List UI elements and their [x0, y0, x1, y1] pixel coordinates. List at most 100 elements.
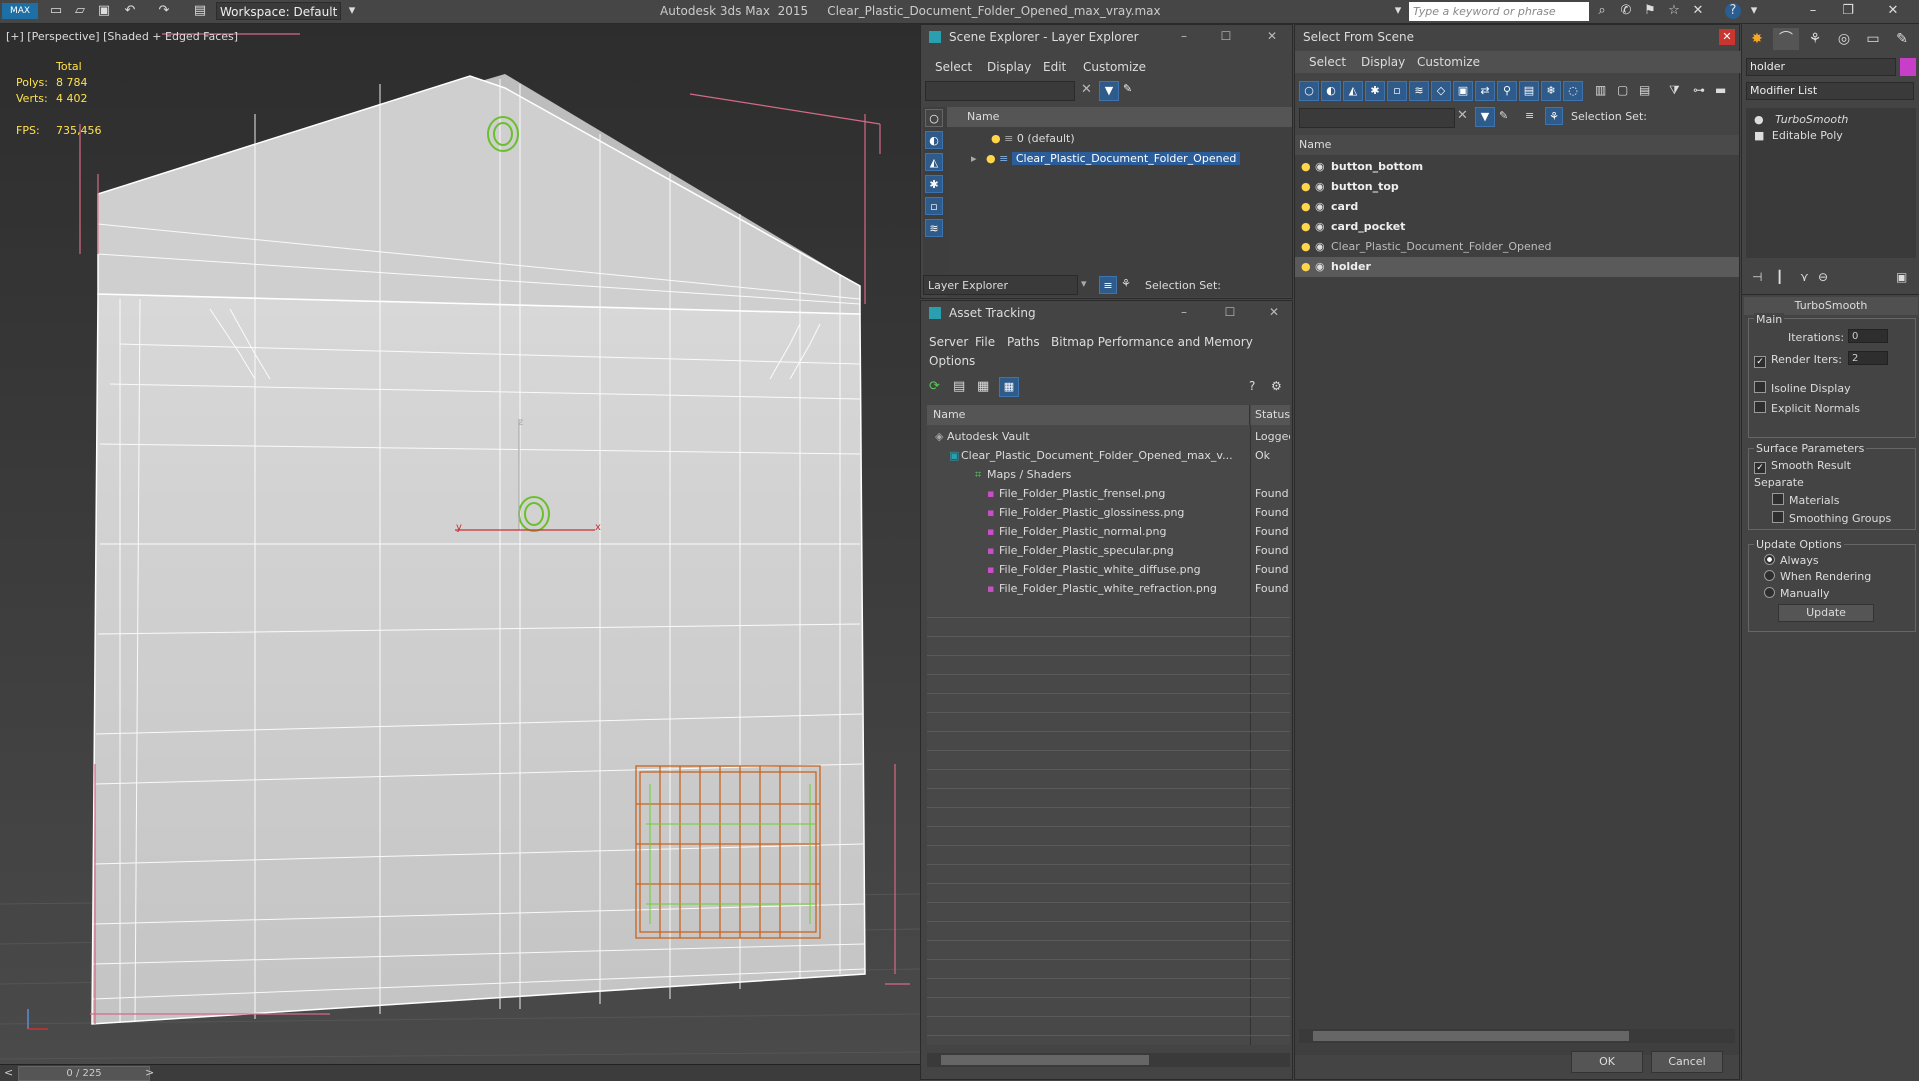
menu-display[interactable]: Display — [1361, 55, 1405, 69]
display-frozen-icon[interactable]: ❄ — [1541, 81, 1561, 101]
close-icon[interactable]: ✕ — [1267, 305, 1281, 319]
modifier-list-dropdown[interactable]: Modifier List — [1746, 82, 1914, 100]
lightbulb-icon[interactable]: ● — [1754, 113, 1764, 126]
show-end-result-icon[interactable]: ┃ — [1776, 270, 1783, 284]
render-iters-checkbox[interactable]: ✓ — [1754, 356, 1766, 368]
layer-mode-icon[interactable]: ≡ — [1525, 109, 1534, 122]
smoothing-groups-option[interactable]: Smoothing Groups — [1772, 511, 1891, 525]
timeline-bar[interactable]: < 0 / 225 > — [0, 1064, 920, 1081]
menu-file[interactable]: File — [975, 335, 995, 349]
object-name-field[interactable]: holder — [1746, 58, 1896, 76]
explicit-normals-checkbox[interactable] — [1754, 401, 1766, 413]
menu-display[interactable]: Display — [987, 60, 1031, 74]
minimize-icon[interactable]: – — [1177, 305, 1191, 319]
asset-name-header[interactable]: Name — [927, 405, 1250, 425]
maximize-icon[interactable]: ☐ — [1223, 305, 1237, 319]
minimize-icon[interactable]: – — [1805, 3, 1821, 19]
display-geometry-icon[interactable]: ◐ — [925, 131, 943, 149]
ok-button[interactable]: OK — [1571, 1051, 1643, 1073]
help-icon[interactable]: ? — [1249, 379, 1255, 393]
pin-stack-icon[interactable]: ⊣ — [1752, 270, 1762, 284]
materials-checkbox[interactable] — [1772, 493, 1784, 505]
layer-row-default[interactable]: ● ≡ 0 (default) — [947, 129, 1292, 148]
close-icon[interactable]: ✕ — [1719, 29, 1735, 45]
menu-options[interactable]: Options — [929, 354, 975, 368]
help-icon[interactable]: ? — [1725, 3, 1741, 19]
display-cameras-icon[interactable]: ▫ — [925, 197, 943, 215]
when-rendering-radio[interactable] — [1764, 570, 1775, 581]
perspective-viewport[interactable]: [+] [Perspective] [Shaded + Edged Faces]… — [0, 24, 920, 1064]
expand-arrow-icon[interactable]: ▸ — [971, 152, 977, 165]
stack-item-editable-poly[interactable]: ■ Editable Poly — [1746, 126, 1916, 145]
object-row[interactable]: ● ◉ button_top — [1295, 177, 1739, 197]
hierarchy-icon[interactable]: ⊶ — [1693, 83, 1705, 97]
binoculars-icon[interactable]: ⌕ — [1594, 3, 1610, 19]
display-xrefs-icon[interactable]: ⇄ — [1475, 81, 1495, 101]
display-shapes-icon[interactable]: ◭ — [925, 153, 943, 171]
table-view-icon[interactable]: ▦ — [999, 377, 1019, 397]
object-row[interactable]: ● ◉ card — [1295, 197, 1739, 217]
options-icon[interactable]: ✎ — [1123, 82, 1132, 95]
always-radio[interactable] — [1764, 554, 1775, 565]
restore-icon[interactable]: ❐ — [1840, 3, 1856, 19]
iterations-spinner[interactable]: 0 — [1848, 329, 1888, 343]
search-dropdown-icon[interactable]: ▾ — [1390, 3, 1406, 19]
scrollbar-thumb[interactable] — [941, 1055, 1149, 1065]
options-icon[interactable]: ✎ — [1499, 109, 1508, 122]
quick-access-menu-icon[interactable]: ▾ — [344, 3, 360, 19]
display-tab-icon[interactable]: ▭ — [1860, 28, 1886, 50]
timeline-prev-icon[interactable]: < — [4, 1066, 13, 1079]
open-file-icon[interactable]: ▱ — [72, 3, 88, 19]
layer-mode-icon[interactable]: ≡ — [1099, 276, 1117, 294]
make-unique-icon[interactable]: ⋎ — [1800, 270, 1809, 284]
menu-customize[interactable]: Customize — [1417, 55, 1480, 69]
filter-icon[interactable]: ▼ — [1475, 107, 1495, 127]
hierarchy-mode-icon[interactable]: ⚘ — [1545, 107, 1563, 125]
manually-radio[interactable] — [1764, 587, 1775, 598]
hierarchy-mode-icon[interactable]: ⚘ — [1121, 277, 1131, 290]
tree-view-icon[interactable]: ▦ — [977, 379, 989, 394]
object-name-header[interactable]: Name — [1295, 135, 1739, 155]
asset-row[interactable]: ▪ File_Folder_Plastic_white_refraction.pn… — [927, 579, 1290, 598]
display-none-icon[interactable]: ○ — [1299, 81, 1319, 101]
light-bulb-icon[interactable]: ● — [991, 132, 1001, 145]
update-button[interactable]: Update — [1778, 604, 1874, 622]
project-folder-icon[interactable]: ▤ — [192, 3, 208, 19]
display-lights-icon[interactable]: ✱ — [925, 175, 943, 193]
time-slider[interactable]: 0 / 225 — [18, 1066, 150, 1081]
render-iters-value[interactable]: 2 — [1848, 351, 1888, 365]
explicit-normals-option[interactable]: Explicit Normals — [1754, 401, 1860, 415]
display-helpers-icon[interactable]: ≋ — [925, 219, 943, 237]
always-option[interactable]: Always — [1764, 554, 1819, 567]
layer-row-folder[interactable]: ▸ ● ≡ Clear_Plastic_Document_Folder_Open… — [947, 149, 1292, 168]
object-row[interactable]: ● ◉ button_bottom — [1295, 157, 1739, 177]
close-icon[interactable]: ✕ — [1885, 3, 1901, 19]
asset-row[interactable]: ⌗ Maps / Shaders — [927, 465, 1290, 484]
hierarchy-tab-icon[interactable]: ⚘ — [1802, 28, 1828, 50]
help-dropdown-icon[interactable]: ▾ — [1746, 3, 1762, 19]
filter-list-icon[interactable]: ⧩ — [1669, 83, 1680, 98]
render-iters-spinner[interactable]: 2 — [1848, 351, 1888, 365]
display-groups-icon[interactable]: ▣ — [1453, 81, 1473, 101]
clear-find-icon[interactable]: ✕ — [1457, 108, 1468, 123]
menu-select[interactable]: Select — [1309, 55, 1346, 69]
isoline-checkbox[interactable] — [1754, 381, 1766, 393]
select-none-icon[interactable]: ▢ — [1617, 83, 1628, 97]
object-row[interactable]: ● ◉ holder — [1295, 257, 1739, 277]
maximize-icon[interactable]: ☐ — [1219, 29, 1233, 43]
minimize-icon[interactable]: – — [1177, 29, 1191, 43]
isoline-option[interactable]: Isoline Display — [1754, 381, 1851, 395]
list-view-icon[interactable]: ▤ — [953, 379, 965, 394]
refresh-icon[interactable]: ⟳ — [929, 379, 940, 394]
dropdown-arrow-icon[interactable]: ▾ — [1081, 277, 1087, 290]
smooth-result-checkbox[interactable]: ✓ — [1754, 462, 1766, 474]
light-bulb-icon[interactable]: ● — [986, 152, 996, 165]
smooth-result-option[interactable]: ✓ Smooth Result — [1754, 459, 1851, 474]
display-containers-icon[interactable]: ▤ — [1519, 81, 1539, 101]
settings-icon[interactable]: ⚙ — [1271, 379, 1282, 393]
display-helpers-icon[interactable]: ≋ — [1409, 81, 1429, 101]
search-input[interactable]: Type a keyword or phrase — [1409, 2, 1589, 21]
remove-modifier-icon[interactable]: ⊖ — [1818, 270, 1828, 284]
collapse-icon[interactable]: ▬ — [1715, 83, 1726, 97]
display-bones-icon[interactable]: ⚲ — [1497, 81, 1517, 101]
